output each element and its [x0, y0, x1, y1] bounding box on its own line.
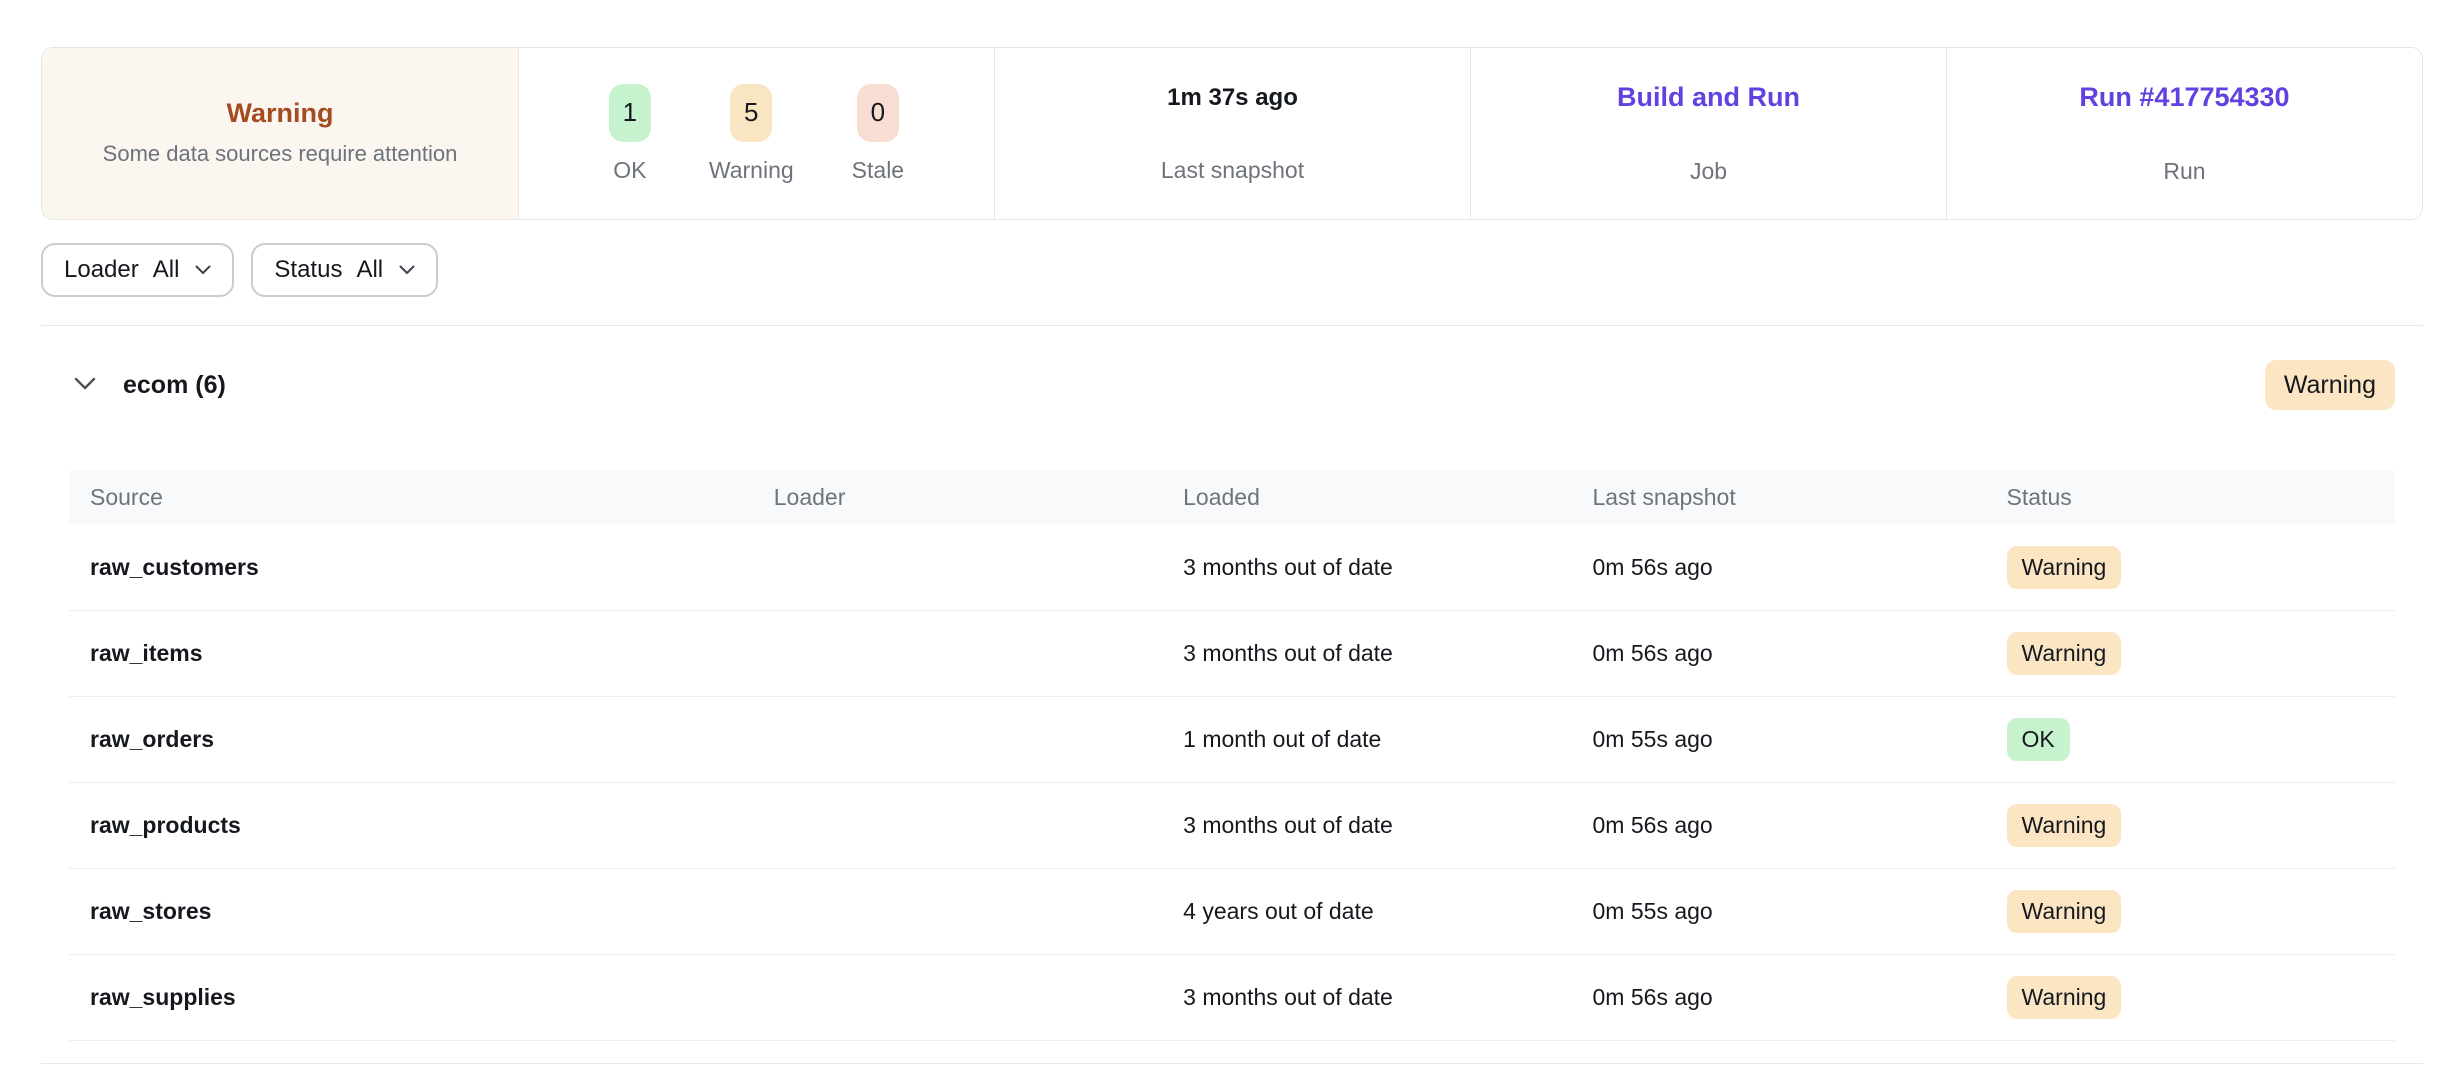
count-group: 1 OK	[609, 84, 651, 184]
table-row[interactable]: raw_supplies 3 months out of date 0m 56s…	[69, 955, 2395, 1041]
filters-bar: Loader All Status All	[41, 243, 2423, 297]
source-name: raw_customers	[69, 554, 774, 581]
counts-row: 1 OK 5 Warning 0 Stale	[609, 84, 904, 184]
last-snapshot-cell: 0m 55s ago	[1593, 726, 2007, 753]
chevron-down-icon	[399, 265, 415, 275]
group-name: ecom (6)	[123, 371, 226, 400]
last-snapshot-cell: 1m 37s ago Last snapshot	[994, 48, 1470, 219]
overall-status-subtitle: Some data sources require attention	[103, 138, 458, 169]
loader-filter-dropdown[interactable]: Loader All	[41, 243, 234, 297]
count-pill: 1	[609, 84, 651, 142]
job-label: Job	[1690, 158, 1727, 185]
status-badge: Warning	[2007, 890, 2122, 932]
last-snapshot-cell: 0m 55s ago	[1593, 898, 2007, 925]
group-header-ecom: ecom (6) Warning	[69, 354, 2395, 416]
status-badge: Warning	[2007, 632, 2122, 674]
count-label: Stale	[852, 157, 904, 184]
column-header-status: Status	[2007, 484, 2395, 511]
count-label: OK	[613, 157, 646, 184]
status-badge: OK	[2007, 718, 2070, 760]
table-row[interactable]: raw_customers 3 months out of date 0m 56…	[69, 525, 2395, 611]
last-snapshot-label: Last snapshot	[1161, 157, 1304, 184]
count-group: 0 Stale	[852, 84, 904, 184]
loaded-cell: 3 months out of date	[1183, 984, 1592, 1011]
count-pill: 0	[857, 84, 899, 142]
status-filter-label: Status	[274, 256, 342, 284]
group-status-badge: Warning	[2265, 360, 2395, 411]
column-header-last-snapshot: Last snapshot	[1593, 484, 2007, 511]
job-link[interactable]: Build and Run	[1617, 82, 1800, 113]
last-snapshot-cell: 0m 56s ago	[1593, 812, 2007, 839]
section-divider	[41, 325, 2423, 326]
chevron-down-icon	[73, 376, 97, 394]
source-name: raw_stores	[69, 898, 774, 925]
column-header-source: Source	[69, 484, 774, 511]
bottom-divider	[41, 1063, 2423, 1064]
column-header-loaded: Loaded	[1183, 484, 1592, 511]
status-badge: Warning	[2007, 804, 2122, 846]
overall-status-cell: Warning Some data sources require attent…	[42, 48, 518, 219]
page: Warning Some data sources require attent…	[0, 47, 2464, 1064]
status-cell: Warning	[2007, 632, 2395, 674]
count-label: Warning	[709, 157, 794, 184]
table-row[interactable]: raw_stores 4 years out of date 0m 55s ag…	[69, 869, 2395, 955]
last-snapshot-cell: 0m 56s ago	[1593, 554, 2007, 581]
status-badge: Warning	[2007, 976, 2122, 1018]
run-cell: Run #417754330 Run	[1946, 48, 2422, 219]
last-snapshot-value: 1m 37s ago	[1167, 84, 1298, 112]
count-group: 5 Warning	[709, 84, 794, 184]
loaded-cell: 1 month out of date	[1183, 726, 1592, 753]
status-cell: OK	[2007, 718, 2395, 760]
status-filter-dropdown[interactable]: Status All	[251, 243, 438, 297]
loaded-cell: 3 months out of date	[1183, 640, 1592, 667]
status-summary-card: Warning Some data sources require attent…	[41, 47, 2423, 220]
column-header-loader: Loader	[774, 484, 1183, 511]
loaded-cell: 3 months out of date	[1183, 554, 1592, 581]
last-snapshot-cell: 0m 56s ago	[1593, 984, 2007, 1011]
table-row[interactable]: raw_products 3 months out of date 0m 56s…	[69, 783, 2395, 869]
sources-table: Source Loader Loaded Last snapshot Statu…	[69, 470, 2395, 1041]
source-name: raw_products	[69, 812, 774, 839]
overall-status-title: Warning	[227, 98, 334, 129]
table-header-row: Source Loader Loaded Last snapshot Statu…	[69, 470, 2395, 525]
status-cell: Warning	[2007, 976, 2395, 1018]
status-cell: Warning	[2007, 546, 2395, 588]
source-name: raw_supplies	[69, 984, 774, 1011]
status-badge: Warning	[2007, 546, 2122, 588]
loaded-cell: 4 years out of date	[1183, 898, 1592, 925]
run-label: Run	[2163, 158, 2205, 185]
loader-filter-label: Loader	[64, 256, 139, 284]
job-cell: Build and Run Job	[1470, 48, 1946, 219]
status-cell: Warning	[2007, 804, 2395, 846]
status-cell: Warning	[2007, 890, 2395, 932]
chevron-down-icon	[195, 265, 211, 275]
table-row[interactable]: raw_items 3 months out of date 0m 56s ag…	[69, 611, 2395, 697]
loader-filter-value: All	[153, 256, 180, 284]
table-row[interactable]: raw_orders 1 month out of date 0m 55s ag…	[69, 697, 2395, 783]
last-snapshot-cell: 0m 56s ago	[1593, 640, 2007, 667]
counts-cell: 1 OK 5 Warning 0 Stale	[518, 48, 994, 219]
run-link[interactable]: Run #417754330	[2079, 82, 2289, 113]
source-name: raw_items	[69, 640, 774, 667]
status-filter-value: All	[356, 256, 383, 284]
table-body: raw_customers 3 months out of date 0m 56…	[69, 525, 2395, 1041]
group-collapse-toggle[interactable]	[69, 372, 101, 398]
count-pill: 5	[730, 84, 772, 142]
loaded-cell: 3 months out of date	[1183, 812, 1592, 839]
source-name: raw_orders	[69, 726, 774, 753]
